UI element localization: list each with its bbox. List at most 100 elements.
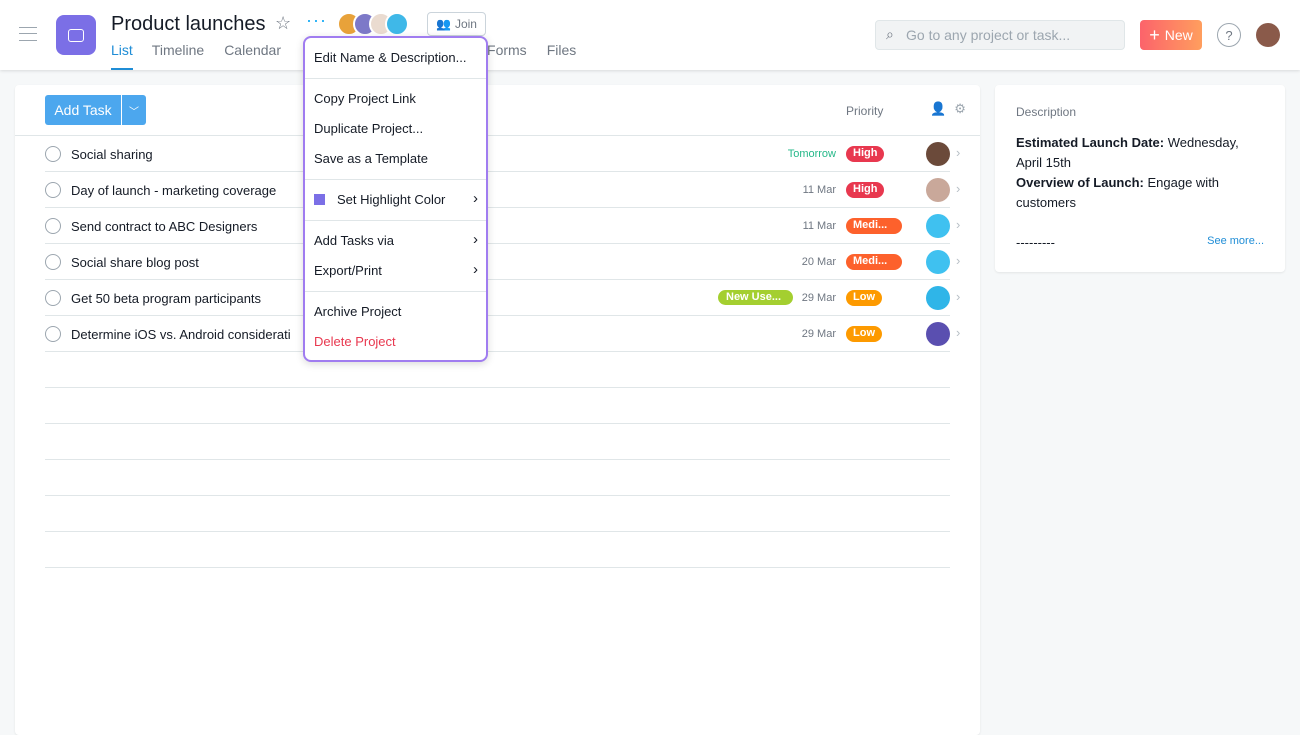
task-name[interactable]: Social sharing	[71, 147, 153, 162]
tab-calendar[interactable]: Calendar	[224, 42, 281, 70]
tab-timeline[interactable]: Timeline	[152, 42, 204, 70]
project-members[interactable]	[337, 12, 409, 36]
menu-item-highlight-color[interactable]: Set Highlight Color ›	[305, 185, 486, 215]
join-label: Join	[454, 17, 477, 31]
tab-list[interactable]: List	[111, 42, 133, 70]
task-row[interactable]: Day of launch - marketing coverage 11 Ma…	[45, 172, 960, 208]
task-row[interactable]: Social sharing Tomorrow High ›	[45, 136, 960, 172]
menu-item-delete[interactable]: Delete Project	[305, 327, 486, 357]
add-task-button[interactable]: Add Task	[45, 95, 121, 125]
task-name[interactable]: Get 50 beta program participants	[71, 291, 261, 306]
empty-row[interactable]	[45, 532, 950, 568]
empty-row[interactable]	[45, 352, 950, 388]
task-name[interactable]: Determine iOS vs. Android considerati	[71, 327, 291, 342]
see-more-link[interactable]: See more...	[1207, 235, 1264, 250]
task-row[interactable]: Get 50 beta program participants New Use…	[45, 280, 960, 316]
assignee-avatar[interactable]	[926, 142, 950, 166]
top-bar: Product launches ☆ ··· 👥 Join List Timeli…	[0, 0, 1300, 70]
tab-forms[interactable]: Forms	[487, 42, 527, 70]
new-label: New	[1164, 27, 1193, 43]
menu-label: Export/Print	[314, 263, 382, 278]
tag-badge[interactable]: New Use...	[718, 290, 793, 305]
menu-item-save-template[interactable]: Save as a Template	[305, 144, 486, 174]
chevron-right-icon[interactable]: ›	[956, 181, 960, 196]
task-name[interactable]: Day of launch - marketing coverage	[71, 183, 276, 198]
overview-label: Overview of Launch:	[1016, 175, 1144, 190]
due-date[interactable]: 11 Mar	[803, 184, 836, 196]
chevron-right-icon: ›	[473, 261, 478, 278]
join-button[interactable]: 👥 Join	[427, 12, 486, 36]
chevron-right-icon[interactable]: ›	[956, 289, 960, 304]
priority-badge[interactable]: Medi...	[846, 254, 902, 270]
due-date[interactable]: Tomorrow	[788, 148, 836, 160]
empty-row[interactable]	[45, 424, 950, 460]
due-date[interactable]: 11 Mar	[803, 220, 836, 232]
chevron-right-icon[interactable]: ›	[956, 253, 960, 268]
complete-checkbox[interactable]	[45, 182, 61, 198]
task-list-panel: Add Task ﹀ Priority 👤 ⚙ Social sharing To…	[15, 85, 980, 735]
chevron-right-icon[interactable]: ›	[956, 145, 960, 160]
complete-checkbox[interactable]	[45, 254, 61, 270]
search-input[interactable]: ⌕ Go to any project or task...	[875, 20, 1125, 50]
complete-checkbox[interactable]	[45, 218, 61, 234]
menu-label: Add Tasks via	[314, 233, 394, 248]
divider	[305, 179, 486, 180]
due-date[interactable]: 29 Mar	[802, 292, 836, 304]
complete-checkbox[interactable]	[45, 290, 61, 306]
divider	[305, 291, 486, 292]
launch-date-label: Estimated Launch Date:	[1016, 135, 1165, 150]
priority-column-header[interactable]: Priority	[846, 104, 883, 118]
chevron-right-icon[interactable]: ›	[956, 325, 960, 340]
divider	[305, 78, 486, 79]
assignee-avatar[interactable]	[926, 322, 950, 346]
task-row[interactable]: Social share blog post 20 Mar Medi... ›	[45, 244, 960, 280]
menu-item-copy-link[interactable]: Copy Project Link	[305, 84, 486, 114]
empty-row[interactable]	[45, 496, 950, 532]
tab-files[interactable]: Files	[547, 42, 577, 70]
assignee-avatar[interactable]	[926, 286, 950, 310]
menu-label: Duplicate Project...	[314, 121, 424, 136]
menu-label: Archive Project	[314, 304, 402, 319]
priority-badge[interactable]: High	[846, 182, 885, 198]
assignee-avatar[interactable]	[926, 214, 950, 238]
help-button[interactable]: ?	[1217, 23, 1241, 47]
star-icon[interactable]: ☆	[275, 13, 291, 34]
menu-item-duplicate[interactable]: Duplicate Project...	[305, 114, 486, 144]
assignee-avatar[interactable]	[926, 250, 950, 274]
empty-row[interactable]	[45, 388, 950, 424]
task-name[interactable]: Send contract to ABC Designers	[71, 219, 257, 234]
user-avatar[interactable]	[1256, 23, 1280, 47]
search-icon: ⌕	[886, 26, 894, 42]
complete-checkbox[interactable]	[45, 326, 61, 342]
assignee-icon[interactable]: 👤	[930, 101, 946, 117]
due-date[interactable]: 29 Mar	[802, 328, 836, 340]
menu-item-add-tasks-via[interactable]: Add Tasks via ›	[305, 226, 486, 256]
hamburger-menu-icon[interactable]	[19, 27, 37, 41]
project-title[interactable]: Product launches	[111, 13, 266, 36]
new-button[interactable]: + New	[1140, 20, 1202, 50]
filter-settings-icon[interactable]: ⚙	[954, 101, 966, 117]
menu-item-edit-name[interactable]: Edit Name & Description...	[305, 43, 486, 73]
chevron-right-icon: ›	[473, 190, 478, 207]
priority-badge[interactable]: Low	[846, 326, 882, 342]
assignee-avatar[interactable]	[926, 178, 950, 202]
empty-row[interactable]	[45, 460, 950, 496]
complete-checkbox[interactable]	[45, 146, 61, 162]
menu-item-export-print[interactable]: Export/Print ›	[305, 256, 486, 286]
menu-item-archive[interactable]: Archive Project	[305, 297, 486, 327]
priority-badge[interactable]: High	[846, 146, 885, 162]
more-options-icon[interactable]: ···	[306, 10, 327, 31]
add-task-dropdown-chevron-icon[interactable]: ﹀	[122, 95, 146, 125]
project-icon[interactable]	[56, 15, 96, 55]
due-date[interactable]: 20 Mar	[802, 256, 836, 268]
member-avatar[interactable]	[385, 12, 409, 36]
task-row[interactable]: Send contract to ABC Designers 11 Mar Me…	[45, 208, 960, 244]
description-text[interactable]: Estimated Launch Date: Wednesday, April …	[1016, 133, 1264, 213]
task-name[interactable]: Social share blog post	[71, 255, 199, 270]
description-heading: Description	[1016, 105, 1077, 119]
priority-badge[interactable]: Medi...	[846, 218, 902, 234]
priority-badge[interactable]: Low	[846, 290, 882, 306]
add-task-button-group: Add Task ﹀	[45, 95, 146, 125]
task-row[interactable]: Determine iOS vs. Android considerati 29…	[45, 316, 960, 352]
chevron-right-icon[interactable]: ›	[956, 217, 960, 232]
